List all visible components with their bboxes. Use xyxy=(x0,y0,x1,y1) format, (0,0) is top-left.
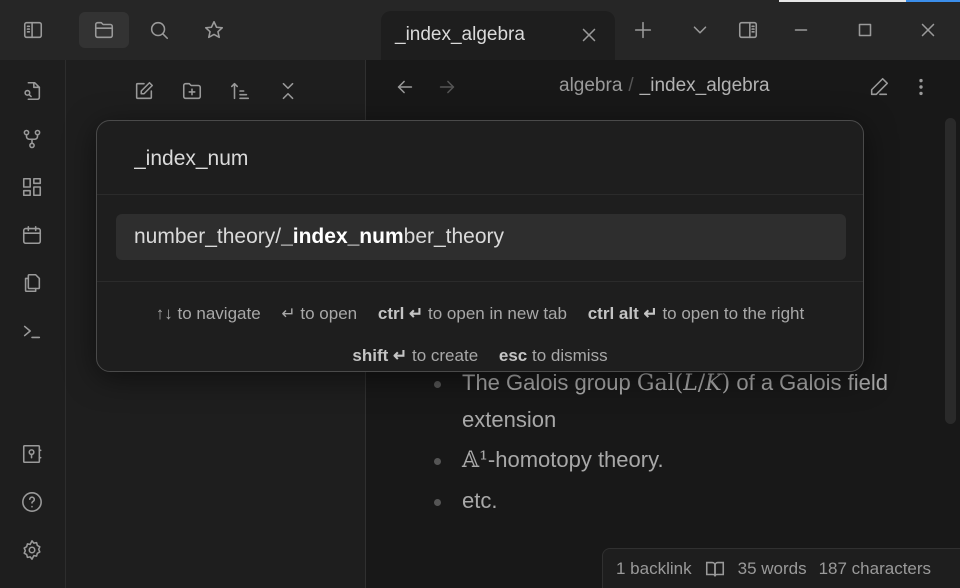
arrow-right-icon xyxy=(439,80,455,94)
instruction-open-right: ctrl alt ↵ to open to the right xyxy=(587,304,805,323)
instruction-open-new-tab: ctrl ↵ to open in new tab xyxy=(377,304,567,323)
minimize-icon xyxy=(794,29,808,31)
more-options-button[interactable] xyxy=(901,69,941,105)
suggestion-item[interactable]: number_theory/_index_number_theory xyxy=(116,214,846,260)
sidebar-left-icon xyxy=(23,21,43,39)
folder-plus-icon xyxy=(182,82,202,100)
editor-scrollbar[interactable] xyxy=(945,118,956,424)
back-button[interactable] xyxy=(385,69,425,105)
list-item: etc. xyxy=(420,483,900,519)
chevrons-collapse-icon xyxy=(282,82,294,100)
new-tab-button[interactable] xyxy=(623,12,663,48)
divider xyxy=(97,194,863,195)
graph-view-button[interactable] xyxy=(12,121,52,157)
book-open-icon[interactable] xyxy=(704,558,726,580)
tab-title: _index_algebra xyxy=(395,24,525,45)
daily-note-button[interactable] xyxy=(12,217,52,253)
edit-mode-button[interactable] xyxy=(859,69,899,105)
plus-icon xyxy=(634,21,652,39)
files-button[interactable] xyxy=(79,12,129,48)
quick-switcher-button[interactable] xyxy=(12,73,52,109)
folder-icon xyxy=(94,21,114,39)
breadcrumb-folder[interactable]: algebra xyxy=(559,75,622,96)
command-palette-button[interactable] xyxy=(12,313,52,349)
file-search-icon xyxy=(24,81,41,101)
search-icon xyxy=(150,21,169,40)
quick-switcher-modal: number_theory/_index_number_theory ↑↓ to… xyxy=(96,120,864,372)
sidebar-right-icon xyxy=(738,21,758,39)
close-icon xyxy=(582,28,596,42)
toggle-left-sidebar-button[interactable] xyxy=(13,12,53,48)
instruction-open: ↵ to open xyxy=(281,304,358,323)
sort-button[interactable] xyxy=(220,73,260,109)
dashboard-icon xyxy=(22,177,42,197)
list-item: 𝔸¹-homotopy theory. xyxy=(420,442,900,479)
help-button[interactable] xyxy=(12,484,52,520)
minimize-button[interactable] xyxy=(781,12,821,48)
star-icon xyxy=(204,20,224,39)
character-count: 187 characters xyxy=(818,558,932,578)
copy-icon xyxy=(24,273,41,293)
chevron-down-icon xyxy=(693,26,707,34)
close-icon xyxy=(921,23,935,37)
instructions: ↑↓ to navigate ↵ to open ctrl ↵ to open … xyxy=(97,293,863,377)
suggestion-match: _index_num xyxy=(281,225,404,248)
toggle-right-sidebar-button[interactable] xyxy=(728,12,768,48)
forward-button[interactable] xyxy=(427,69,467,105)
more-vertical-icon xyxy=(919,78,923,96)
maximize-button[interactable] xyxy=(845,12,885,48)
new-note-button[interactable] xyxy=(124,73,164,109)
instruction-dismiss: esc to dismiss xyxy=(498,346,608,365)
sort-ascending-icon xyxy=(230,82,250,100)
suggestion-path: number_theory/ xyxy=(134,225,282,248)
edit-icon xyxy=(135,81,154,100)
new-folder-button[interactable] xyxy=(172,73,212,109)
vault-switcher-button[interactable] xyxy=(12,436,52,472)
maximize-icon xyxy=(858,23,872,37)
canvas-button[interactable] xyxy=(12,169,52,205)
loading-bar-accent xyxy=(906,0,960,2)
word-count: 35 words xyxy=(737,558,807,578)
pencil-icon xyxy=(870,77,889,96)
divider xyxy=(97,281,863,282)
search-button[interactable] xyxy=(139,12,179,48)
bullet-text: -homotopy theory. xyxy=(487,447,664,472)
note-content: The Galois group Gal(L/K) of a Galois fi… xyxy=(420,365,900,523)
collapse-all-button[interactable] xyxy=(268,73,308,109)
breadcrumb-separator: / xyxy=(628,75,634,96)
bookmarks-button[interactable] xyxy=(194,12,234,48)
close-window-button[interactable] xyxy=(908,12,948,48)
breadcrumb: algebra / _index_algebra xyxy=(559,75,770,97)
help-circle-icon xyxy=(22,492,42,512)
instruction-create: shift ↵ to create xyxy=(352,346,479,365)
calendar-icon xyxy=(22,225,42,245)
arrow-left-icon xyxy=(397,80,413,94)
loading-bar xyxy=(779,0,906,2)
templates-button[interactable] xyxy=(12,265,52,301)
status-bar: 1 backlink 35 words 187 characters xyxy=(602,548,960,588)
git-fork-icon xyxy=(23,129,41,149)
suggestion-rest: ber_theory xyxy=(403,225,505,248)
tab-close-button[interactable] xyxy=(569,17,609,53)
tab-list-button[interactable] xyxy=(680,12,720,48)
backlinks-count[interactable]: 1 backlink xyxy=(616,559,692,579)
bullet-text: etc. xyxy=(462,488,498,513)
breadcrumb-file[interactable]: _index_algebra xyxy=(640,75,770,96)
terminal-icon xyxy=(23,325,41,339)
settings-button[interactable] xyxy=(12,532,52,568)
math-inline: 𝔸¹ xyxy=(462,448,488,473)
tab-index-algebra[interactable]: _index_algebra xyxy=(381,11,615,61)
quick-switcher-input[interactable] xyxy=(134,147,824,171)
vault-icon xyxy=(22,444,42,464)
instruction-navigate: ↑↓ to navigate xyxy=(155,304,261,323)
gear-icon xyxy=(23,540,41,560)
